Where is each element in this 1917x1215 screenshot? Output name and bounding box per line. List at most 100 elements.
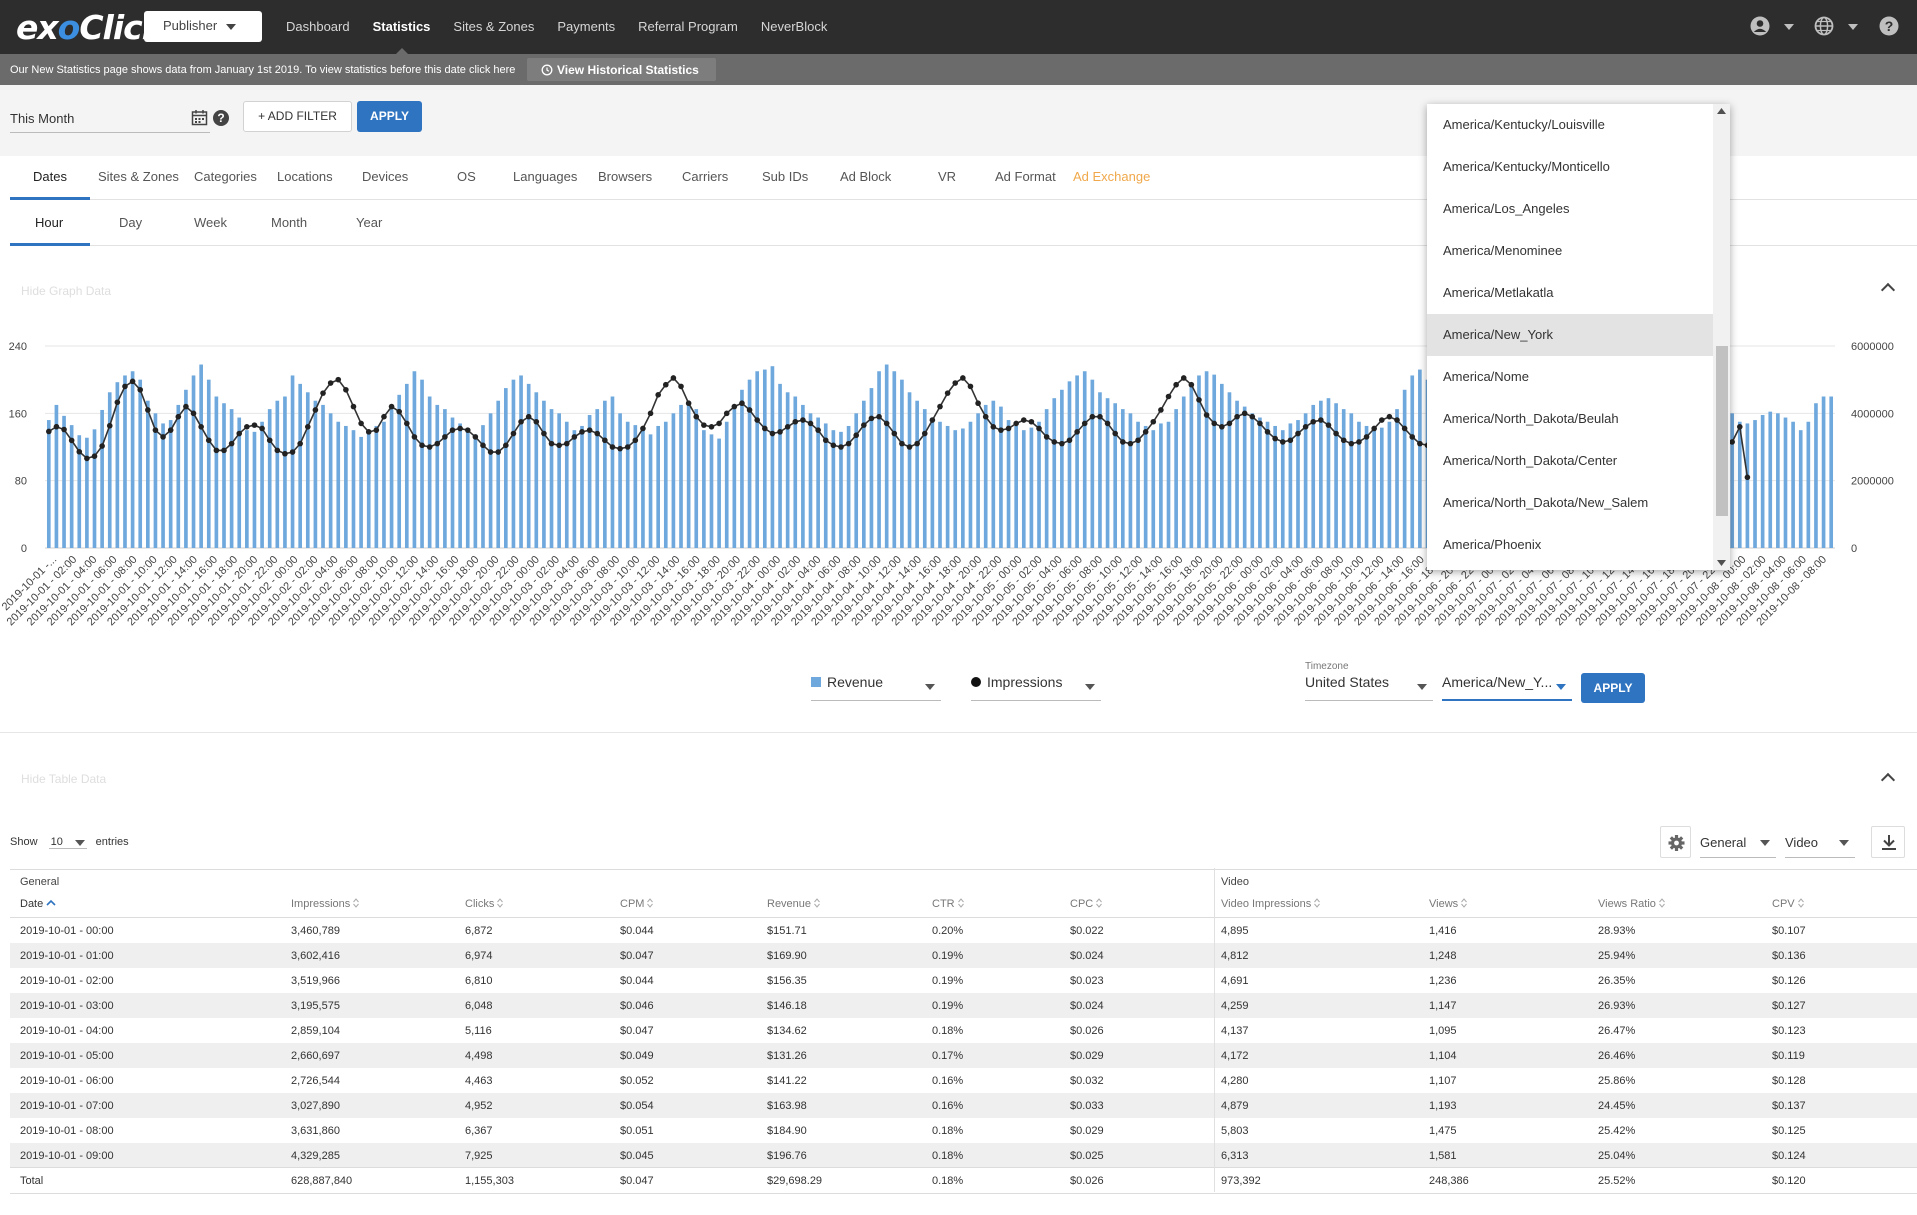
column-header-revenue[interactable]: Revenue: [767, 898, 820, 910]
general-columns-select[interactable]: General: [1700, 826, 1776, 858]
globe-icon[interactable]: [1814, 16, 1834, 36]
scroll-up-arrow-icon[interactable]: [1717, 108, 1726, 114]
timezone-select[interactable]: America/New_Y...: [1442, 674, 1572, 701]
collapse-graph-chevron-icon[interactable]: [1880, 282, 1896, 298]
column-header-cpm[interactable]: CPM: [620, 898, 654, 910]
nav-statistics[interactable]: Statistics: [373, 0, 430, 54]
impressions-point: [1257, 420, 1263, 427]
column-header-clicks[interactable]: Clicks: [465, 898, 504, 910]
column-header-cpc[interactable]: CPC: [1070, 898, 1103, 910]
hide-table-data-toggle[interactable]: Hide Table Data: [21, 772, 106, 786]
tab-day[interactable]: Day: [119, 215, 142, 230]
column-header-cpv[interactable]: CPV: [1772, 898, 1804, 910]
tab-categories[interactable]: Categories: [194, 169, 257, 184]
dropdown-scrollbar[interactable]: [1713, 104, 1730, 570]
timezone-option[interactable]: America/Los_Angeles: [1427, 188, 1713, 230]
exoclick-logo[interactable]: exoClick: [16, 8, 164, 47]
impressions-point: [411, 434, 418, 440]
column-header-impressions[interactable]: Impressions: [291, 898, 360, 910]
column-header-views[interactable]: Views: [1429, 898, 1468, 910]
timezone-option[interactable]: America/Phoenix: [1427, 524, 1713, 566]
left-metric-select[interactable]: Revenue: [811, 674, 941, 701]
tab-sub-ids[interactable]: Sub IDs: [762, 169, 808, 184]
entries-select[interactable]: 10: [48, 836, 87, 849]
revenue-bar: [290, 375, 295, 548]
revenue-bar: [808, 413, 813, 548]
impressions-point: [320, 390, 326, 396]
tab-ad-exchange[interactable]: Ad Exchange: [1073, 169, 1150, 184]
cell-ctr: 0.19%: [932, 950, 964, 962]
nav-sites-zones[interactable]: Sites & Zones: [453, 0, 534, 54]
tab-ad-block[interactable]: Ad Block: [840, 169, 891, 184]
date-range-field[interactable]: This Month: [10, 109, 210, 133]
account-menu-caret-icon[interactable]: [1784, 24, 1794, 30]
account-icon[interactable]: [1750, 16, 1770, 36]
nav-dashboard[interactable]: Dashboard: [286, 0, 350, 54]
sort-ascending-icon: [46, 899, 56, 906]
timezone-option[interactable]: America/Nome: [1427, 356, 1713, 398]
view-historical-statistics-button[interactable]: View Historical Statistics: [527, 58, 716, 81]
right-metric-select[interactable]: Impressions: [971, 674, 1101, 701]
tab-ad-format[interactable]: Ad Format: [995, 169, 1056, 184]
column-header-views-ratio[interactable]: Views Ratio: [1598, 898, 1665, 910]
nav-referral-program[interactable]: Referral Program: [638, 0, 738, 54]
tab-languages[interactable]: Languages: [513, 169, 577, 184]
timezone-option[interactable]: America/Kentucky/Monticello: [1427, 146, 1713, 188]
column-header-date[interactable]: Date: [20, 898, 56, 910]
cell-ctr: 0.16%: [932, 1075, 964, 1087]
timezone-option[interactable]: America/Kentucky/Louisville: [1427, 104, 1713, 146]
tab-carriers[interactable]: Carriers: [682, 169, 728, 184]
column-settings-button[interactable]: [1660, 826, 1691, 858]
timezone-option[interactable]: America/New_York: [1427, 314, 1713, 356]
revenue-bar: [283, 396, 287, 548]
tab-month[interactable]: Month: [271, 215, 307, 230]
tab-vr[interactable]: VR: [938, 169, 956, 184]
date-help-icon[interactable]: ?: [213, 110, 229, 126]
revenue-bar: [214, 396, 219, 548]
table-row: 2019-10-01 - 05:00 2,660,697 4,498 $0.049 $1…: [10, 1043, 1917, 1068]
timezone-option[interactable]: America/Menominee: [1427, 230, 1713, 272]
timezone-option[interactable]: America/Metlakatla: [1427, 272, 1713, 314]
tab-devices[interactable]: Devices: [362, 169, 408, 184]
revenue-bar: [740, 389, 744, 548]
country-select[interactable]: United States: [1305, 674, 1433, 701]
video-columns-select[interactable]: Video: [1785, 826, 1855, 858]
apply-filters-button[interactable]: APPLY: [357, 101, 422, 132]
tab-locations[interactable]: Locations: [277, 169, 333, 184]
impressions-point: [815, 427, 821, 433]
nav-payments[interactable]: Payments: [557, 0, 615, 54]
download-button[interactable]: [1871, 826, 1905, 858]
calendar-icon[interactable]: [191, 109, 208, 126]
account-type-select[interactable]: Publisher: [144, 11, 262, 42]
column-header-video-impressions[interactable]: Video Impressions: [1221, 898, 1321, 910]
cell-cpc: $0.026: [1070, 1175, 1104, 1187]
timezone-option[interactable]: America/North_Dakota/Beulah: [1427, 398, 1713, 440]
cell-revenue: $141.22: [767, 1075, 807, 1087]
impressions-point: [853, 432, 860, 439]
tab-week[interactable]: Week: [194, 215, 227, 230]
revenue-bar: [1174, 409, 1178, 548]
tab-os[interactable]: OS: [457, 169, 476, 184]
collapse-table-chevron-icon[interactable]: [1880, 772, 1896, 788]
timezone-option[interactable]: America/North_Dakota/Center: [1427, 440, 1713, 482]
revenue-bar: [968, 421, 973, 548]
tab-hour[interactable]: Hour: [35, 215, 63, 230]
cell-ctr: 0.16%: [932, 1100, 964, 1112]
tab-dates[interactable]: Dates: [33, 169, 67, 184]
tab-browsers[interactable]: Browsers: [598, 169, 652, 184]
dropdown-scrollbar-thumb[interactable]: [1716, 346, 1728, 516]
revenue-bar: [679, 404, 683, 548]
help-icon[interactable]: ?: [1879, 16, 1899, 36]
cell-clicks: 6,974: [465, 950, 493, 962]
hide-graph-data-toggle[interactable]: Hide Graph Data: [21, 284, 111, 298]
add-filter-button[interactable]: + ADD FILTER: [243, 101, 352, 132]
column-header-ctr[interactable]: CTR: [932, 898, 964, 910]
nav-neverblock[interactable]: NeverBlock: [761, 0, 827, 54]
timezone-option[interactable]: America/North_Dakota/New_Salem: [1427, 482, 1713, 524]
tab-year[interactable]: Year: [356, 215, 382, 230]
revenue-bar: [504, 388, 508, 548]
scroll-down-arrow-icon[interactable]: [1717, 560, 1726, 566]
tab-sites-zones[interactable]: Sites & Zones: [98, 169, 179, 184]
apply-timezone-button[interactable]: APPLY: [1581, 673, 1645, 703]
language-menu-caret-icon[interactable]: [1848, 24, 1858, 30]
